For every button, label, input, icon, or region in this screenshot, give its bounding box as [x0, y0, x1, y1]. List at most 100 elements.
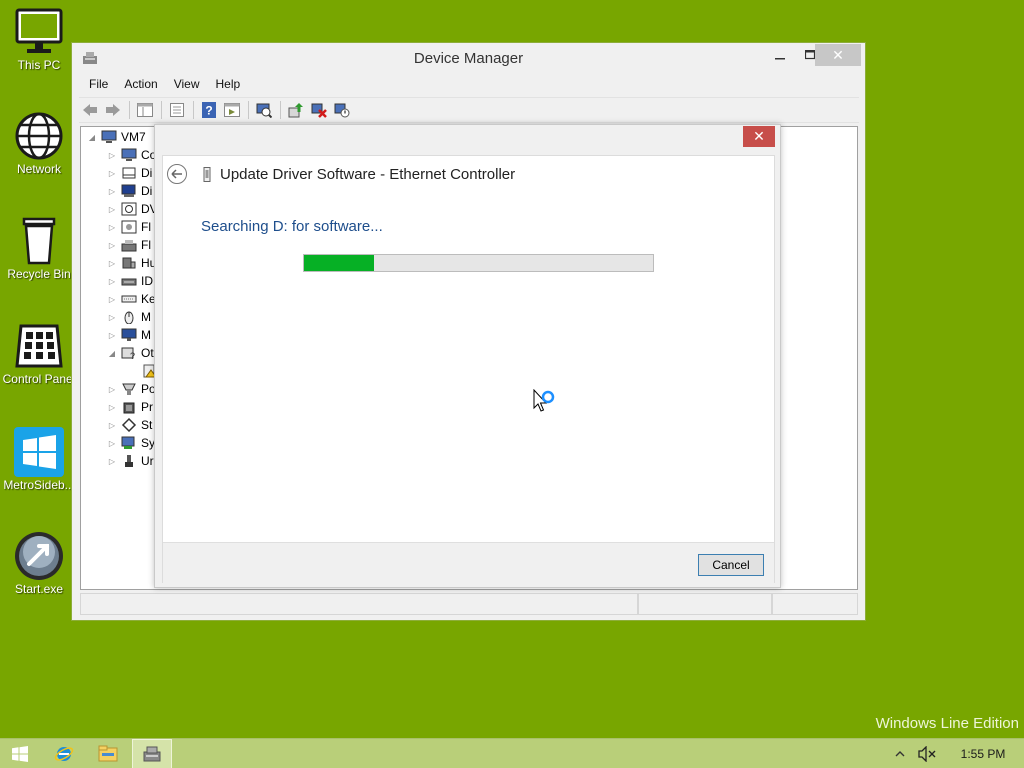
menu-file[interactable]: File	[81, 74, 116, 96]
expand-triangle-icon[interactable]: ▷	[107, 385, 117, 394]
tree-category[interactable]: ◢? Ot	[107, 344, 154, 362]
tree-category[interactable]: ▷ Sy	[107, 434, 155, 452]
window-titlebar[interactable]: Device Manager ✕	[72, 43, 865, 73]
minimize-icon	[775, 58, 785, 60]
show-hidden-icons-icon[interactable]	[888, 751, 912, 757]
taskbar-device-manager[interactable]	[132, 739, 172, 768]
window-title: Device Manager	[413, 50, 524, 67]
desktop-icon-start-exe[interactable]: Start.exe	[0, 530, 78, 596]
tree-item-label: Di	[141, 166, 153, 180]
taskbar: 1:55 PM	[0, 738, 1024, 768]
tree-item-label: Ur	[141, 454, 154, 468]
taskbar-internet-explorer[interactable]	[44, 739, 84, 768]
start-exe-icon	[13, 530, 65, 582]
taskbar-file-explorer[interactable]	[88, 739, 128, 768]
properties-icon[interactable]	[166, 99, 188, 121]
tree-item-label: Ot	[141, 346, 154, 360]
close-icon: ✕	[753, 128, 765, 144]
svg-text:?: ?	[130, 351, 135, 360]
disable-icon[interactable]	[331, 99, 353, 121]
forward-icon[interactable]	[102, 99, 124, 121]
desktop-icon-this-pc[interactable]: This PC	[0, 6, 78, 72]
console-tree-icon[interactable]	[134, 99, 156, 121]
expand-triangle-icon[interactable]: ▷	[107, 277, 117, 286]
maximize-icon	[805, 50, 815, 60]
tree-category[interactable]: ▷ Fl	[107, 218, 151, 236]
search-status-text: Searching D: for software...	[201, 218, 383, 235]
expand-triangle-icon[interactable]: ▷	[107, 295, 117, 304]
back-icon[interactable]	[79, 99, 101, 121]
back-button[interactable]	[167, 164, 187, 184]
update-driver-dialog[interactable]: ✕ Update Driver Software - Ethernet Cont…	[154, 124, 781, 588]
expand-triangle-icon[interactable]: ▷	[107, 331, 117, 340]
expand-triangle-icon[interactable]: ▷	[107, 457, 117, 466]
device-manager-icon	[143, 746, 161, 762]
expand-triangle-icon[interactable]: ▷	[107, 187, 117, 196]
desktop-icon-metro-sidebar[interactable]: MetroSideb...	[0, 426, 78, 492]
display-adapter-icon	[121, 184, 137, 198]
expand-triangle-icon[interactable]: ▷	[107, 439, 117, 448]
tree-root[interactable]: ◢ VM7	[87, 128, 146, 146]
expand-triangle-icon[interactable]: ▷	[107, 151, 117, 160]
dialog-close-button[interactable]: ✕	[743, 126, 775, 147]
tree-category[interactable]: ▷ Pr	[107, 398, 153, 416]
monitor-icon	[121, 328, 137, 342]
tree-category[interactable]: ▷ Fl	[107, 236, 151, 254]
volume-muted-icon[interactable]	[912, 746, 942, 762]
help-icon[interactable]: ?	[198, 99, 220, 121]
hid-icon	[121, 256, 137, 270]
start-button[interactable]	[0, 739, 40, 768]
desktop-icon-control-panel[interactable]: Control Panel	[0, 320, 78, 386]
menu-help[interactable]: Help	[208, 74, 249, 96]
tree-category[interactable]: ▷ DV	[107, 200, 158, 218]
taskbar-clock[interactable]: 1:55 PM	[942, 747, 1024, 761]
window-close-button[interactable]: ✕	[815, 44, 861, 66]
scan-hardware-icon[interactable]	[253, 99, 275, 121]
menu-action[interactable]: Action	[116, 74, 165, 96]
metro-sidebar-icon	[13, 426, 65, 478]
desktop-icon-recycle-bin[interactable]: Recycle Bin	[0, 215, 78, 281]
minimize-button[interactable]	[765, 44, 795, 66]
toolbar-separator	[248, 101, 249, 119]
tree-category[interactable]: ▷ M	[107, 326, 151, 344]
expand-triangle-icon[interactable]: ▷	[107, 169, 117, 178]
toolbar-separator	[193, 101, 194, 119]
expand-triangle-icon[interactable]: ▷	[107, 403, 117, 412]
desktop-icon-label: Network	[16, 162, 61, 176]
expand-triangle-icon[interactable]: ▷	[107, 223, 117, 232]
tree-item-label: Fl	[141, 220, 151, 234]
collapse-triangle-icon[interactable]: ◢	[87, 133, 97, 142]
tree-category[interactable]: ▷ St	[107, 416, 152, 434]
floppy-drive-icon	[121, 220, 137, 234]
tree-category[interactable]: ▷ Hu	[107, 254, 156, 272]
desktop-icon-label: This PC	[17, 58, 61, 72]
desktop-icon-network[interactable]: Network	[0, 110, 78, 176]
update-driver-icon[interactable]	[285, 99, 307, 121]
disk-drive-icon	[121, 166, 137, 180]
tree-category[interactable]: ▷ Po	[107, 380, 156, 398]
expand-triangle-icon[interactable]: ▷	[107, 205, 117, 214]
expand-triangle-icon[interactable]: ▷	[107, 421, 117, 430]
menu-view[interactable]: View	[166, 74, 208, 96]
view-icon[interactable]	[221, 99, 243, 121]
tree-category[interactable]: ▷ Ke	[107, 290, 156, 308]
svg-text:?: ?	[205, 104, 212, 118]
expand-triangle-icon[interactable]: ▷	[107, 241, 117, 250]
status-segment	[772, 593, 858, 615]
tree-category[interactable]: ▷ ID	[107, 272, 153, 290]
desktop-icon-label: Control Panel	[2, 372, 76, 386]
cancel-button[interactable]: Cancel	[698, 554, 764, 576]
internet-explorer-icon	[54, 747, 74, 761]
tree-category[interactable]: ▷ Di	[107, 164, 152, 182]
tree-category[interactable]: ▷ Di	[107, 182, 152, 200]
tree-category[interactable]: ▷ Ur	[107, 452, 154, 470]
tree-category[interactable]: ▷ Co	[107, 146, 156, 164]
uninstall-icon[interactable]	[308, 99, 330, 121]
tree-category[interactable]: ▷ M	[107, 308, 151, 326]
windows-logo-icon	[12, 746, 28, 762]
expand-triangle-icon[interactable]: ▷	[107, 259, 117, 268]
network-icon	[13, 110, 65, 162]
collapse-triangle-icon[interactable]: ◢	[107, 349, 117, 358]
network-adapter-icon	[202, 167, 212, 186]
expand-triangle-icon[interactable]: ▷	[107, 313, 117, 322]
